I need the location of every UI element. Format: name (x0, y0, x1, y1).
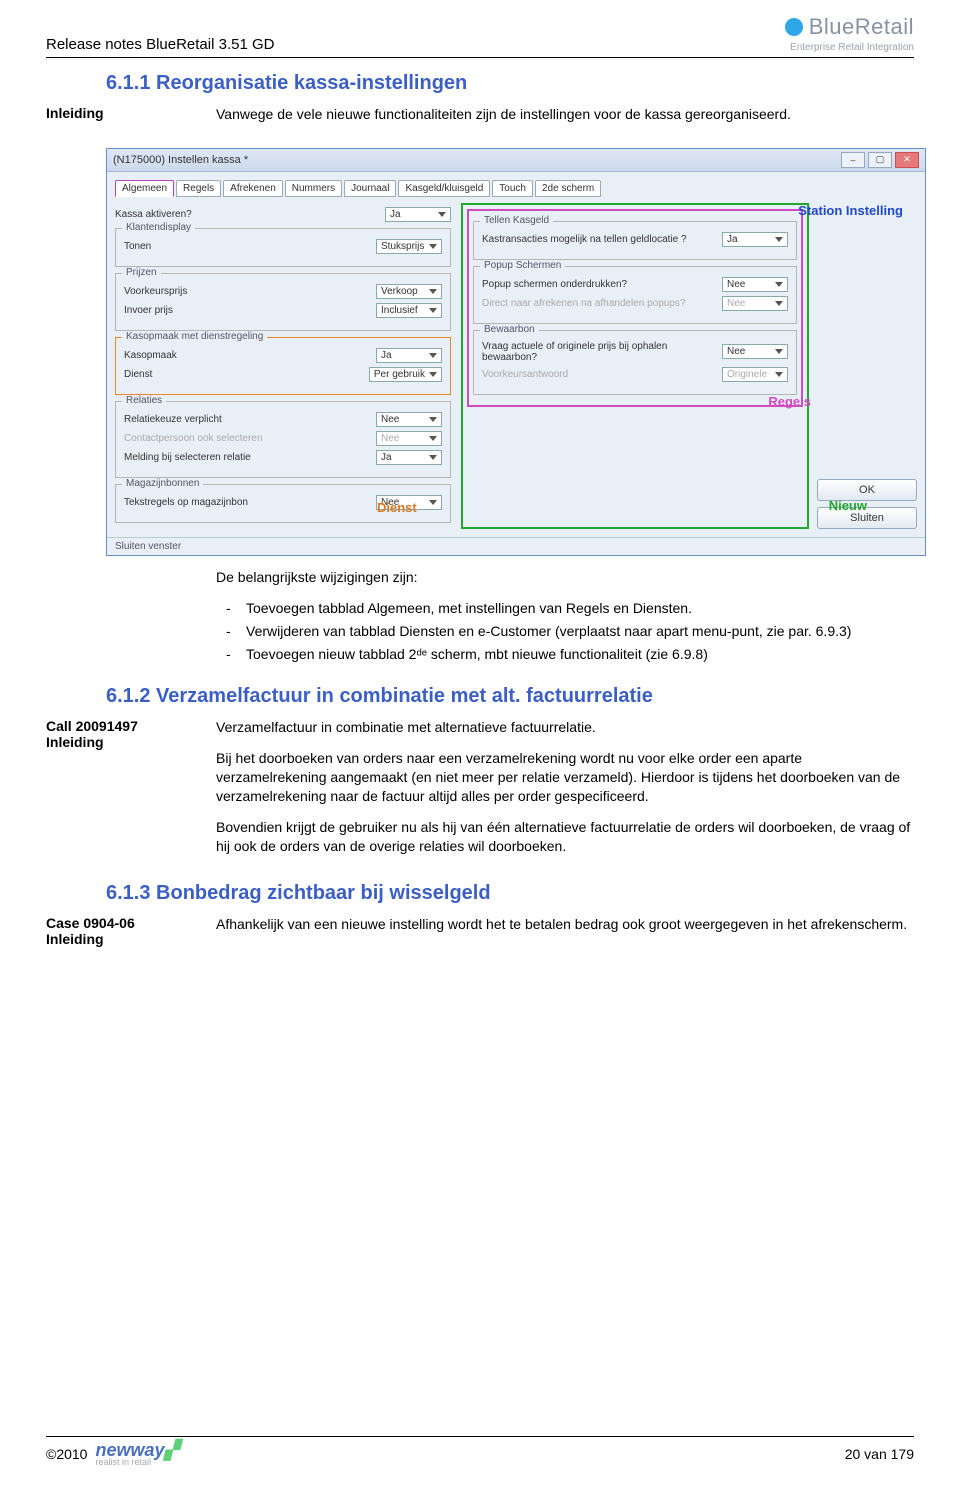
annotation-station: Station Instelling (798, 203, 903, 218)
field-melding-select[interactable]: Ja (376, 450, 442, 465)
section-612-p2: Bij het doorboeken van orders naar een v… (216, 749, 914, 806)
section-611-intro: Vanwege de vele nieuwe functionaliteiten… (216, 105, 914, 124)
chevron-down-icon (438, 212, 446, 217)
field-voorkeursprijs-select[interactable]: Verkoop (376, 284, 442, 299)
tab-nummers[interactable]: Nummers (285, 180, 342, 197)
change-item: Toevoegen tabblad Algemeen, met instelli… (216, 599, 914, 618)
field-dienst-select[interactable]: Per gebruik (369, 367, 442, 382)
tab-journaal[interactable]: Journaal (344, 180, 396, 197)
logo-subtitle: Enterprise Retail Integration (790, 42, 914, 53)
field-contactpersoon-select: Nee (376, 431, 442, 446)
brand-logo: BlueRetail Enterprise Retail Integration (785, 14, 914, 53)
window-close-button[interactable]: ✕ (895, 152, 919, 168)
footer-page: 20 van 179 (845, 1446, 914, 1462)
field-kastransacties-select[interactable]: Ja (722, 232, 788, 247)
footer-copyright: ©2010 (46, 1446, 87, 1462)
field-voorkeursantwoord-select: Originele (722, 367, 788, 382)
field-kassa-aktiveren-select[interactable]: Ja (385, 207, 451, 222)
statusbar: Sluiten venster (107, 537, 925, 555)
window-title: (N175000) Instellen kassa * (113, 154, 248, 166)
section-612-label: Inleiding (46, 734, 186, 750)
newway-logo: newway▞ realist in retail (95, 1441, 178, 1467)
section-611-title: 6.1.1 Reorganisatie kassa-instellingen (106, 72, 914, 95)
tab-regels[interactable]: Regels (176, 180, 221, 197)
field-popup-onderdrukken-select[interactable]: Nee (722, 277, 788, 292)
group-tellen-kasgeld: Tellen Kasgeld (480, 215, 553, 226)
section-613-p1: Afhankelijk van een nieuwe instelling wo… (216, 915, 914, 934)
annotation-regels: Regels (768, 394, 811, 409)
tab-afrekenen[interactable]: Afrekenen (223, 180, 283, 197)
field-invoerprijs-select[interactable]: Inclusief (376, 303, 442, 318)
section-612-p1: Verzamelfactuur in combinatie met altern… (216, 718, 914, 737)
field-relatiekeuze-select[interactable]: Nee (376, 412, 442, 427)
annotation-nieuw: Nieuw (829, 498, 867, 513)
section-613-case: Case 0904-06 (46, 915, 186, 931)
group-popup-schermen: Popup Schermen (480, 260, 565, 271)
change-item: Toevoegen nieuw tabblad 2ᵈᵉ scherm, mbt … (216, 645, 914, 664)
window-minimize-button[interactable]: – (841, 152, 865, 168)
field-direct-afrekenen-select: Nee (722, 296, 788, 311)
changes-intro: De belangrijkste wijzigingen zijn: (216, 568, 914, 587)
tab-kasgeld[interactable]: Kasgeld/kluisgeld (398, 180, 490, 197)
field-kassa-aktiveren-label: Kassa aktiveren? (115, 209, 379, 220)
header-title: Release notes BlueRetail 3.51 GD (46, 36, 274, 53)
field-bewaarbon-prijs-select[interactable]: Nee (722, 344, 788, 359)
field-tonen-select[interactable]: Stuksprijs (376, 239, 442, 254)
header-rule (46, 57, 914, 58)
change-item: Verwijderen van tabblad Diensten en e-Cu… (216, 622, 914, 641)
group-klantendisplay: Klantendisplay (122, 222, 195, 233)
section-611-label: Inleiding (46, 105, 186, 136)
section-612-p3: Bovendien krijgt de gebruiker nu als hij… (216, 818, 914, 856)
group-kasopmaak: Kasopmaak met dienstregeling (122, 331, 267, 342)
group-relaties: Relaties (122, 395, 166, 406)
group-bewaarbon: Bewaarbon (480, 324, 539, 335)
section-613-label: Inleiding (46, 931, 186, 947)
annotation-dienst: Dienst (377, 500, 417, 515)
logo-name: BlueRetail (809, 14, 914, 40)
section-612-call: Call 20091497 (46, 718, 186, 734)
section-612-title: 6.1.2 Verzamelfactuur in combinatie met … (106, 685, 914, 708)
tab-algemeen[interactable]: Algemeen (115, 180, 174, 197)
group-prijzen: Prijzen (122, 267, 161, 278)
tab-touch[interactable]: Touch (492, 180, 533, 197)
group-magazijnbonnen: Magazijnbonnen (122, 478, 203, 489)
logo-dot-icon (785, 18, 803, 36)
field-kasopmaak-select[interactable]: Ja (376, 348, 442, 363)
section-613-title: 6.1.3 Bonbedrag zichtbaar bij wisselgeld (106, 882, 914, 905)
tab-2de-scherm[interactable]: 2de scherm (535, 180, 601, 197)
window-maximize-button[interactable]: ▢ (868, 152, 892, 168)
kassa-settings-window: (N175000) Instellen kassa * – ▢ ✕ Algeme… (106, 148, 926, 556)
